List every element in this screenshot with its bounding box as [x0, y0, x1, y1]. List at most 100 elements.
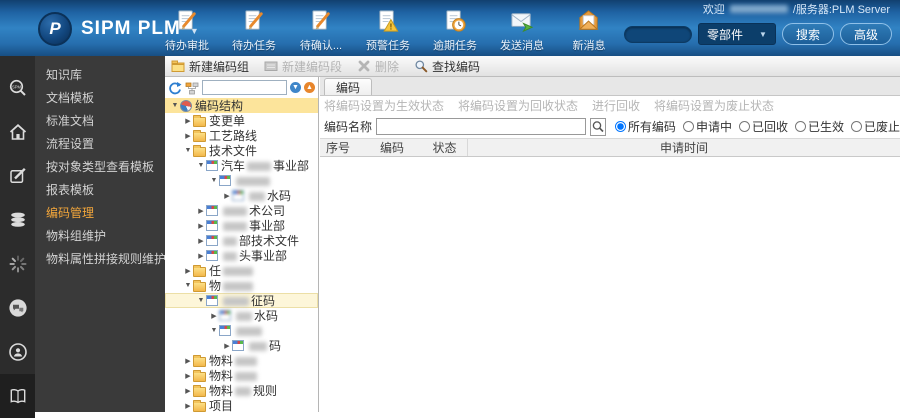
column-header-编码[interactable]: 编码: [362, 139, 422, 156]
collapse-icon[interactable]: ▼: [183, 147, 193, 154]
refresh-icon[interactable]: [168, 81, 182, 95]
search-category-select[interactable]: 零部件 ▼: [698, 23, 776, 45]
sidebar-book-icon[interactable]: [0, 374, 35, 418]
tree-node-19[interactable]: ▶ 物料 规则: [165, 383, 318, 398]
tree-node-1[interactable]: ▶ 变更单: [165, 113, 318, 128]
sidebar-loading-icon[interactable]: [0, 242, 35, 286]
radio-input[interactable]: [738, 121, 750, 132]
tree-node-6[interactable]: ▶ 水码: [165, 188, 318, 203]
sidebar-database-icon[interactable]: [0, 198, 35, 242]
sidebar-item-3[interactable]: 流程设置: [35, 133, 165, 156]
topbar-task-item-1[interactable]: 待办任务: [232, 8, 276, 53]
expand-icon[interactable]: ▶: [183, 402, 193, 410]
toolbar-查找编码-button[interactable]: 查找编码: [414, 58, 480, 75]
sidebar-chat-icon[interactable]: [0, 286, 35, 330]
code-name-input[interactable]: [376, 118, 586, 135]
tree-node-8[interactable]: ▶ 事业部: [165, 218, 318, 233]
sidebar-item-2[interactable]: 标准文档: [35, 110, 165, 133]
tree-node-12[interactable]: ▼ 物: [165, 278, 318, 293]
code-action-link-3[interactable]: 将编码设置为废止状态: [654, 97, 774, 114]
sidebar-item-5[interactable]: 报表模板: [35, 179, 165, 202]
topbar-task-item-6[interactable]: 新消息: [567, 8, 611, 53]
code-action-link-2[interactable]: 进行回收: [592, 97, 640, 114]
sidebar-item-4[interactable]: 按对象类型查看模板: [35, 156, 165, 179]
tree-node-15[interactable]: ▼: [165, 323, 318, 338]
expand-icon[interactable]: ▶: [196, 237, 206, 245]
expand-icon[interactable]: ▶: [183, 132, 193, 140]
expand-icon[interactable]: ▶: [183, 372, 193, 380]
tree-node-2[interactable]: ▶ 工艺路线: [165, 128, 318, 143]
topbar-task-item-4[interactable]: 逾期任务: [433, 8, 477, 53]
topbar-task-item-2[interactable]: 待确认...: [299, 8, 343, 53]
collapse-icon[interactable]: ▼: [183, 282, 193, 289]
collapse-icon[interactable]: ▼: [196, 162, 206, 169]
tree-node-3[interactable]: ▼ 技术文件: [165, 143, 318, 158]
advanced-search-button[interactable]: 高级: [839, 23, 892, 45]
expand-icon[interactable]: ▶: [222, 342, 232, 350]
code-action-link-1[interactable]: 将编码设置为回收状态: [458, 97, 578, 114]
tree-node-4[interactable]: ▼ 汽车 事业部: [165, 158, 318, 173]
column-header-序号[interactable]: 序号: [320, 139, 362, 156]
topbar-task-item-5[interactable]: 发送消息: [500, 8, 544, 53]
find-previous-icon[interactable]: ▲: [304, 82, 315, 93]
tree-node-17[interactable]: ▶ 物料: [165, 353, 318, 368]
column-header-申请时间[interactable]: 申请时间: [468, 139, 900, 156]
expand-icon[interactable]: ▶: [222, 192, 232, 200]
radio-input[interactable]: [614, 121, 626, 132]
sidebar-spm-search-icon[interactable]: SPM: [0, 66, 35, 110]
status-radio-已废止[interactable]: 已废止: [850, 118, 900, 135]
code-action-link-0[interactable]: 将编码设置为生效状态: [324, 97, 444, 114]
sidebar-edit-icon[interactable]: [0, 154, 35, 198]
sidebar-broadcast-icon[interactable]: [0, 330, 35, 374]
status-radio-已回收[interactable]: 已回收: [738, 118, 788, 135]
sidebar-item-6[interactable]: 编码管理: [35, 202, 165, 225]
expand-icon[interactable]: ▶: [196, 207, 206, 215]
tree-node-0[interactable]: ▼ 编码结构: [165, 98, 318, 113]
collapse-icon[interactable]: ▼: [196, 297, 206, 304]
expand-icon[interactable]: ▶: [183, 267, 193, 275]
tree-node-16[interactable]: ▶ 码: [165, 338, 318, 353]
sidebar-item-1[interactable]: 文档模板: [35, 87, 165, 110]
tree-node-5[interactable]: ▼: [165, 173, 318, 188]
tree-node-11[interactable]: ▶ 任: [165, 263, 318, 278]
toolbar-新建编码组-button[interactable]: 新建编码组: [171, 58, 249, 75]
expand-icon[interactable]: ▶: [196, 252, 206, 260]
expand-icon[interactable]: ▶: [196, 222, 206, 230]
column-header-状态[interactable]: 状态: [422, 139, 468, 156]
expand-icon[interactable]: ▶: [209, 312, 219, 320]
tab-code[interactable]: 编码: [324, 78, 373, 95]
sidebar-item-0[interactable]: 知识库: [35, 64, 165, 87]
sidebar-item-7[interactable]: 物料组维护: [35, 225, 165, 248]
collapse-icon[interactable]: ▼: [209, 177, 219, 184]
radio-input[interactable]: [682, 121, 694, 132]
toolbar-删除-button[interactable]: 删除: [357, 58, 399, 75]
tree-node-9[interactable]: ▶ 部技术文件: [165, 233, 318, 248]
org-structure-icon[interactable]: [185, 81, 199, 95]
toolbar-新建编码段-button[interactable]: 新建编码段: [264, 58, 342, 75]
tree-node-13[interactable]: ▼ 征码: [165, 293, 318, 308]
expand-icon[interactable]: ▶: [183, 117, 193, 125]
tree-node-14[interactable]: ▶ 水码: [165, 308, 318, 323]
collapse-icon[interactable]: ▼: [209, 327, 219, 334]
topbar-task-item-3[interactable]: ! 预警任务: [366, 8, 410, 53]
tree-node-18[interactable]: ▶ 物料: [165, 368, 318, 383]
search-button[interactable]: 搜索: [781, 23, 834, 45]
filter-search-button[interactable]: [589, 117, 606, 136]
status-radio-申请中[interactable]: 申请中: [682, 118, 732, 135]
tree-node-10[interactable]: ▶ 头事业部: [165, 248, 318, 263]
sidebar-home-icon[interactable]: [0, 110, 35, 154]
topbar-task-item-0[interactable]: 待办审批: [165, 8, 209, 53]
collapse-icon[interactable]: ▼: [170, 102, 180, 109]
sidebar-item-8[interactable]: 物料属性拼接规则维护: [35, 248, 165, 271]
radio-input[interactable]: [850, 121, 862, 132]
tree-node-7[interactable]: ▶ 术公司: [165, 203, 318, 218]
tree-node-20[interactable]: ▶ 项目: [165, 398, 318, 412]
status-radio-已生效[interactable]: 已生效: [794, 118, 844, 135]
expand-icon[interactable]: ▶: [183, 357, 193, 365]
find-next-icon[interactable]: ▼: [290, 82, 301, 93]
tree-search-input[interactable]: [202, 80, 287, 95]
radio-input[interactable]: [794, 121, 806, 132]
expand-icon[interactable]: ▶: [183, 387, 193, 395]
status-radio-所有编码[interactable]: 所有编码: [614, 118, 676, 135]
global-search-input[interactable]: [624, 25, 693, 43]
